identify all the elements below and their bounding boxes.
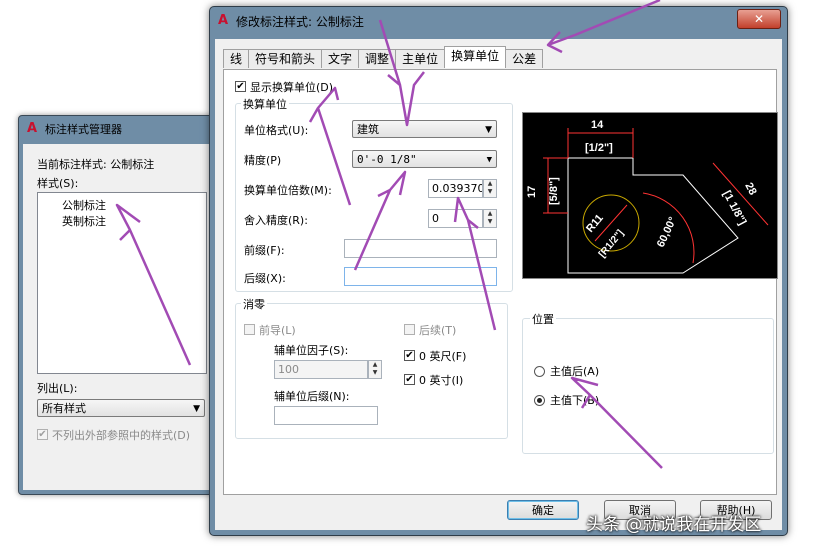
dropdown-arrow-icon: ▼ xyxy=(485,125,492,135)
multiplier-spinner[interactable]: ▲ ▼ xyxy=(483,179,497,198)
spin-down-icon[interactable]: ▼ xyxy=(484,218,496,226)
tab-primary-units[interactable]: 主单位 xyxy=(395,49,446,68)
after-primary-label: 主值后(A) xyxy=(550,365,600,378)
exclude-xref-checkbox[interactable]: ✔ xyxy=(37,429,48,440)
unit-format-select[interactable]: 建筑 ▼ xyxy=(352,120,497,138)
radius-text: R11 xyxy=(584,212,606,235)
ok-button[interactable]: 确定 xyxy=(507,500,579,520)
zero-suppression-title: 消零 xyxy=(241,296,267,312)
spin-down-icon[interactable]: ▼ xyxy=(369,369,381,377)
tab-tolerances[interactable]: 公差 xyxy=(505,49,544,68)
prefix-input[interactable] xyxy=(344,239,497,258)
precision-value: 0'-0 1/8" xyxy=(357,153,417,166)
bg-titlebar[interactable]: A 标注样式管理器 xyxy=(19,116,214,142)
multiplier-label: 换算单位倍数(M): xyxy=(244,184,332,197)
radius-alt-text: [R1/2"] xyxy=(597,228,626,260)
suffix-label: 后缀(X): xyxy=(244,272,286,285)
round-off-input[interactable]: 0 xyxy=(428,209,483,228)
sub-unit-suffix-label: 辅单位后缀(N): xyxy=(274,390,350,403)
round-off-spinner[interactable]: ▲ ▼ xyxy=(483,209,497,228)
zero-inches-label: 0 英寸(I) xyxy=(419,374,464,387)
styles-label: 样式(S): xyxy=(37,177,79,190)
dropdown-arrow-icon: ▼ xyxy=(193,404,200,414)
dim-top-alt-text: [1/2"] xyxy=(585,142,613,154)
dim-right-alt-text: [1 1/8"] xyxy=(720,189,748,228)
tab-text[interactable]: 文字 xyxy=(321,49,360,68)
unit-format-label: 单位格式(U): xyxy=(244,124,309,137)
zero-feet-label: 0 英尺(F) xyxy=(419,350,467,363)
close-button[interactable]: ✕ xyxy=(737,9,781,29)
show-alt-units-label: 显示换算单位(D) xyxy=(250,81,334,94)
tab-symbols-arrows[interactable]: 符号和箭头 xyxy=(248,49,323,68)
dimension-style-manager-window: A 标注样式管理器 当前标注样式: 公制标注 样式(S): 公制标注 英制标注 … xyxy=(18,115,215,495)
tab-fit[interactable]: 调整 xyxy=(358,49,397,68)
preview-drawing: 14 [1/2"] 17 [5/8"] 28 [1 1/8"] R11 [R1/… xyxy=(526,119,769,274)
tab-alternate-units[interactable]: 换算单位 xyxy=(444,46,507,68)
autocad-logo-icon: A xyxy=(217,13,229,28)
list-label: 列出(L): xyxy=(37,382,78,395)
modify-dimension-style-dialog: A 修改标注样式: 公制标注 ✕ 线 符号和箭头 文字 调整 主单位 换算单位 … xyxy=(209,6,788,536)
dim-left-text: 17 xyxy=(526,186,538,198)
precision-label: 精度(P) xyxy=(244,154,282,167)
alt-units-group-title: 换算单位 xyxy=(241,96,289,112)
placement-group xyxy=(522,318,774,454)
current-style-label: 当前标注样式: 公制标注 xyxy=(37,158,155,171)
alternate-units-panel: ✔ 显示换算单位(D) 换算单位 单位格式(U): 建筑 ▼ 精度(P) 0'-… xyxy=(223,69,778,495)
round-off-label: 舍入精度(R): xyxy=(244,214,308,227)
precision-select[interactable]: 0'-0 1/8" ▼ xyxy=(352,150,497,168)
exclude-xref-label: 不列出外部参照中的样式(D) xyxy=(52,429,191,442)
style-item[interactable]: 英制标注 xyxy=(62,213,106,229)
style-item[interactable]: 公制标注 xyxy=(62,197,106,213)
main-client-area: 线 符号和箭头 文字 调整 主单位 换算单位 公差 ✔ 显示换算单位(D) 换算… xyxy=(215,39,782,530)
radio-selected-dot xyxy=(537,398,542,403)
list-filter-select[interactable]: 所有样式 ▼ xyxy=(37,399,205,417)
after-primary-radio[interactable] xyxy=(534,366,545,377)
dim-top-text: 14 xyxy=(591,119,604,131)
main-titlebar[interactable]: A 修改标注样式: 公制标注 xyxy=(210,7,787,35)
tab-strip: 线 符号和箭头 文字 调整 主单位 换算单位 公差 xyxy=(223,46,544,69)
sub-unit-factor-label: 辅单位因子(S): xyxy=(274,344,349,357)
dim-left-alt-text: [5/8"] xyxy=(548,177,560,205)
angle-text: 60,00° xyxy=(655,215,679,249)
below-primary-label: 主值下(B) xyxy=(550,394,600,407)
dim-right-text: 28 xyxy=(742,181,758,197)
leading-checkbox[interactable] xyxy=(244,324,255,335)
unit-format-value: 建筑 xyxy=(357,123,379,136)
bg-title: 标注样式管理器 xyxy=(45,123,122,136)
bg-client-area: 当前标注样式: 公制标注 样式(S): 公制标注 英制标注 列出(L): 所有样… xyxy=(23,144,210,490)
sub-unit-factor-input[interactable]: 100 xyxy=(274,360,368,379)
dropdown-arrow-icon: ▼ xyxy=(486,155,492,165)
tab-lines[interactable]: 线 xyxy=(223,49,250,68)
sub-unit-suffix-input[interactable] xyxy=(274,406,378,425)
multiplier-input[interactable]: 0.0393700 xyxy=(428,179,483,198)
leading-label: 前导(L) xyxy=(259,324,296,337)
list-filter-value: 所有样式 xyxy=(42,402,86,415)
spin-down-icon[interactable]: ▼ xyxy=(484,188,496,196)
watermark-text: 头条 @就说我在开发区 xyxy=(586,515,762,535)
prefix-label: 前缀(F): xyxy=(244,244,285,257)
show-alt-units-checkbox[interactable]: ✔ xyxy=(235,81,246,92)
trailing-label: 后续(T) xyxy=(419,324,457,337)
styles-list[interactable]: 公制标注 英制标注 xyxy=(37,192,207,374)
autocad-logo-icon: A xyxy=(26,121,38,136)
spin-up-icon[interactable]: ▲ xyxy=(484,180,496,188)
placement-title: 位置 xyxy=(530,311,556,327)
suffix-input[interactable] xyxy=(344,267,497,286)
spin-up-icon[interactable]: ▲ xyxy=(484,210,496,218)
below-primary-radio[interactable] xyxy=(534,395,545,406)
zero-feet-checkbox[interactable]: ✔ xyxy=(404,350,415,361)
dimension-preview: 14 [1/2"] 17 [5/8"] 28 [1 1/8"] R11 [R1/… xyxy=(522,112,778,279)
zero-inches-checkbox[interactable]: ✔ xyxy=(404,374,415,385)
sub-unit-factor-spinner[interactable]: ▲ ▼ xyxy=(368,360,382,379)
trailing-checkbox[interactable] xyxy=(404,324,415,335)
main-title: 修改标注样式: 公制标注 xyxy=(236,14,364,29)
spin-up-icon[interactable]: ▲ xyxy=(369,361,381,369)
